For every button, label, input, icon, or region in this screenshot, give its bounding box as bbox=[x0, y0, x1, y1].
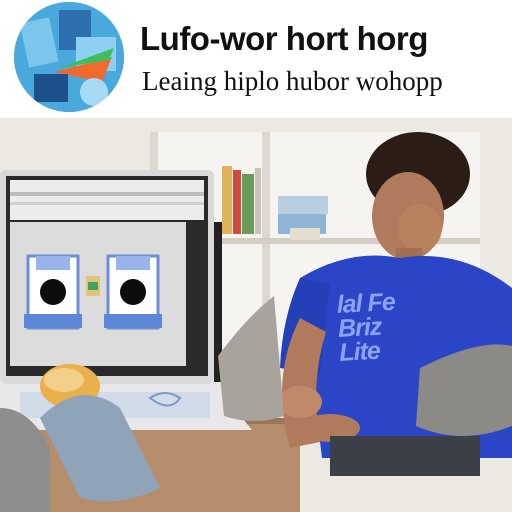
logo-icon bbox=[14, 2, 124, 112]
subheadline-text: Leaing hiplo hubor wohopp bbox=[142, 66, 443, 96]
headline-text: Lufo-wor hort horg bbox=[140, 20, 428, 57]
tshirt-print-text: lal Fe Briz Lite bbox=[336, 287, 396, 367]
photo-scene: lal Fe Briz Lite bbox=[0, 118, 512, 512]
header-banner: Lufo-wor hort horg Leaing hiplo hubor wo… bbox=[0, 0, 512, 118]
